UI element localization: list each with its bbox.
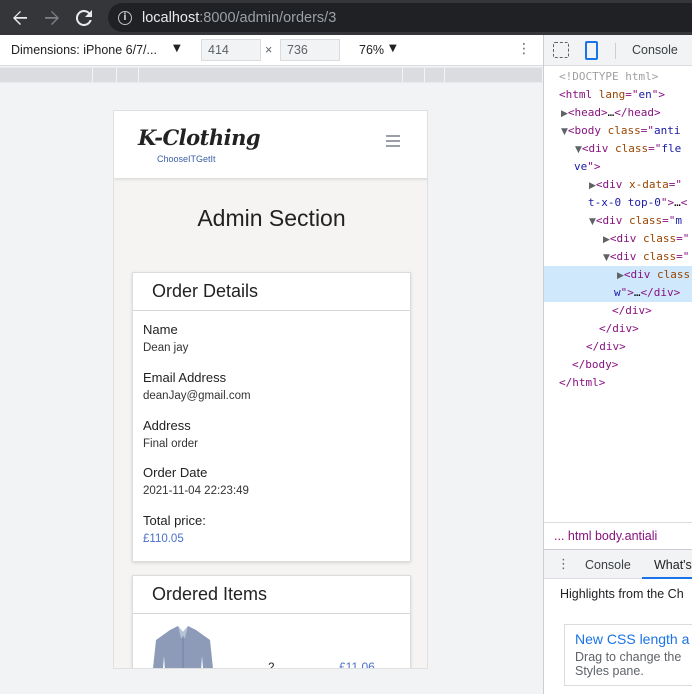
inspect-element-icon[interactable] [553, 42, 569, 58]
tab-console[interactable]: Console [632, 43, 678, 57]
dom-tree[interactable]: <!DOCTYPE html> <html lang="en"> ▶<head>… [544, 68, 692, 392]
field-value: 2021-11-04 22:23:49 [143, 485, 249, 497]
dom-node[interactable]: ▼<div class="m [544, 212, 692, 230]
order-date-field: Order Date 2021-11-04 22:23:49 [133, 465, 410, 497]
dom-node[interactable]: ▼<body class="anti [544, 122, 692, 140]
dom-node[interactable]: ve"> [544, 158, 692, 176]
more-options-icon[interactable]: ⋮ [517, 41, 531, 57]
breadcrumb[interactable]: ... html body.antiali [544, 522, 692, 549]
whats-new-card[interactable]: New CSS length a Drag to change the Styl… [564, 624, 692, 686]
field-value: Dean jay [143, 342, 189, 354]
item-quantity: 2 [268, 660, 275, 669]
device-toolbar: Dimensions: iPhone 6/7/... ▼ 414 × 736 7… [0, 35, 543, 66]
drawer-tabbar: ⋮ Console What's [544, 549, 692, 579]
site-header: K-Clothing ChooseITGetIt [114, 111, 427, 178]
active-tab-indicator [642, 577, 692, 579]
zoom-select[interactable]: 76% [359, 43, 384, 57]
total-price-value: £110.05 [143, 533, 184, 545]
devtools-panel: Console <!DOCTYPE html> <html lang="en">… [543, 35, 692, 694]
whats-new-heading: Highlights from the Ch [560, 587, 684, 601]
reload-icon[interactable] [68, 0, 100, 35]
dom-node[interactable]: </html> [544, 374, 692, 392]
address-field: Address Final order [133, 418, 410, 450]
toolbar-divider [615, 43, 616, 59]
dom-node-selected[interactable]: ▶<div class [544, 266, 692, 284]
site-logo[interactable]: K-Clothing [138, 125, 261, 150]
phone-viewport: K-Clothing ChooseITGetIt Admin Section O… [113, 110, 428, 669]
devtools-tabbar: Console [544, 35, 692, 66]
dom-node[interactable]: </div> [544, 320, 692, 338]
device-toggle-icon[interactable] [585, 41, 598, 60]
browser-toolbar: i localhost:8000/admin/orders/3 [0, 0, 692, 35]
page-title: Admin Section [197, 205, 346, 231]
dom-node[interactable]: ▶<head>…</head> [544, 104, 692, 122]
field-label: Name [143, 322, 178, 337]
dom-node[interactable]: ▶<div class=" [544, 230, 692, 248]
dropdown-arrow-icon[interactable]: ▼ [173, 43, 181, 54]
ordered-items-heading: Ordered Items [133, 576, 410, 614]
dom-node-selected[interactable]: w">…</div> [544, 284, 692, 302]
dom-node[interactable]: ▼<div class=" [544, 248, 692, 266]
field-value: deanJay@gmail.com [143, 390, 251, 402]
drawer-tab-console[interactable]: Console [585, 558, 631, 572]
url-text: localhost:8000/admin/orders/3 [142, 9, 337, 26]
forward-arrow-icon[interactable] [36, 0, 68, 35]
name-field: Name Dean jay [133, 322, 410, 354]
ordered-item-row: 2 £11.06 [133, 614, 410, 669]
field-label: Order Date [143, 465, 208, 480]
device-select[interactable]: Dimensions: iPhone 6/7/... [11, 43, 157, 57]
device-emulation-area: Dimensions: iPhone 6/7/... ▼ 414 × 736 7… [0, 35, 543, 694]
dom-node[interactable]: <!DOCTYPE html> [544, 68, 692, 86]
drawer-tab-whats-new[interactable]: What's [654, 558, 692, 572]
dom-node[interactable]: </div> [544, 302, 692, 320]
item-price: £11.06 [339, 660, 375, 669]
back-arrow-icon[interactable] [4, 0, 36, 35]
field-label: Email Address [143, 370, 227, 385]
shirt-product-image [153, 626, 213, 668]
dom-node[interactable]: <html lang="en"> [544, 86, 692, 104]
info-icon[interactable]: i [118, 10, 132, 25]
order-details-card: Order Details Name Dean jay Email Addres… [132, 272, 411, 562]
media-query-ruler[interactable] [0, 67, 543, 83]
field-label: Address [143, 418, 191, 433]
dimension-separator: × [265, 43, 273, 57]
order-details-heading: Order Details [133, 273, 410, 311]
drawer-menu-icon[interactable]: ⋮ [557, 557, 570, 572]
dom-node[interactable]: </div> [544, 338, 692, 356]
width-input[interactable]: 414 [201, 39, 261, 61]
dom-node[interactable]: ▶<div x-data=" [544, 176, 692, 194]
field-label: Total price: [143, 513, 206, 528]
height-input[interactable]: 736 [280, 39, 340, 61]
dom-node[interactable]: ▼<div class="fle [544, 140, 692, 158]
news-title-link[interactable]: New CSS length a [575, 631, 692, 647]
email-field: Email Address deanJay@gmail.com [133, 370, 410, 402]
news-text: Drag to change the Styles pane. [575, 650, 682, 678]
site-tagline: ChooseITGetIt [157, 154, 216, 164]
field-value: Final order [143, 438, 198, 450]
dom-node[interactable]: </body> [544, 356, 692, 374]
zoom-dropdown-arrow-icon[interactable]: ▼ [389, 43, 397, 54]
address-bar[interactable]: i localhost:8000/admin/orders/3 [108, 3, 692, 32]
hamburger-menu-icon[interactable] [386, 135, 400, 147]
dom-node[interactable]: t-x-0 top-0">…< [544, 194, 692, 212]
ordered-items-card: Ordered Items 2 £11.06 [132, 575, 411, 669]
total-price-field: Total price: £110.05 [133, 513, 410, 545]
